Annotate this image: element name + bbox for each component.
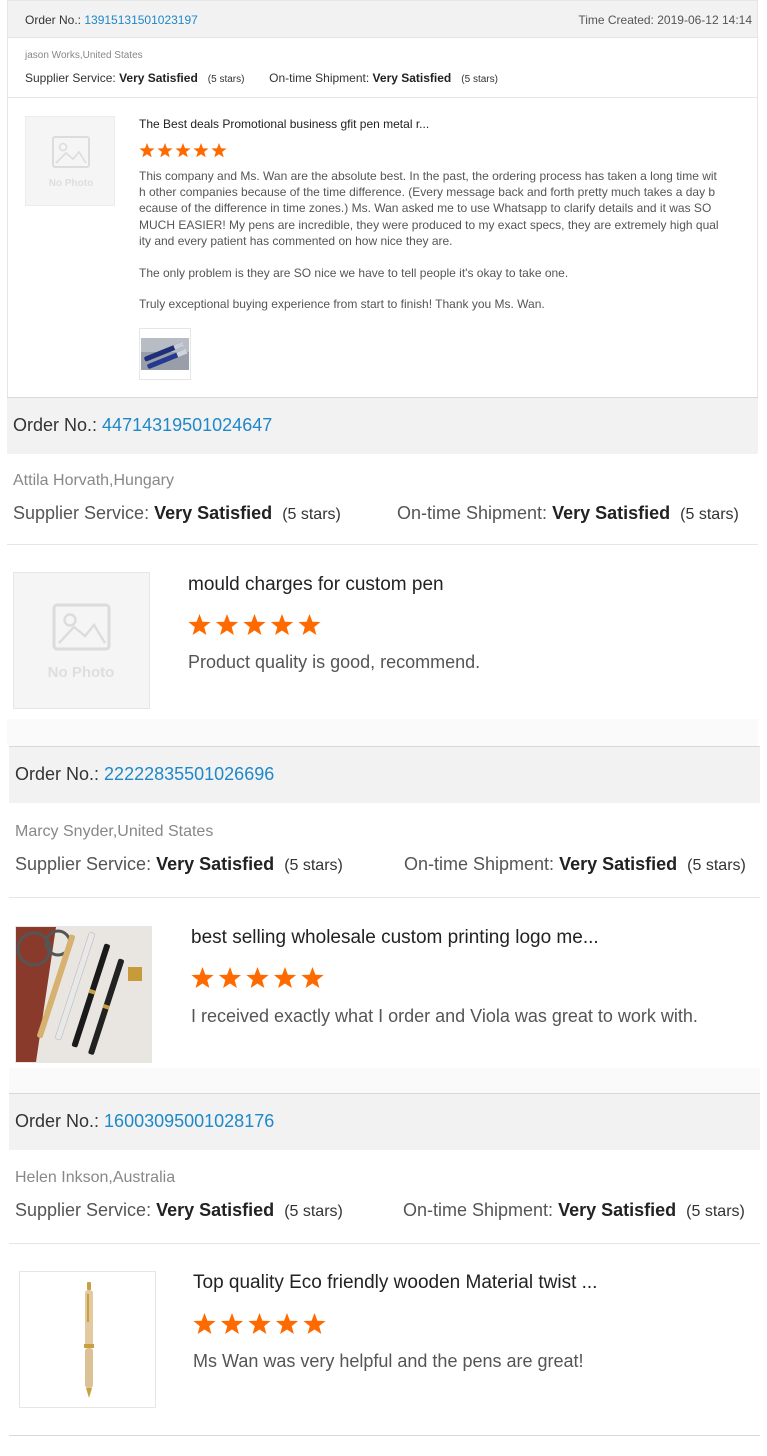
review-text: I received exactly what I order and Viol… (191, 1006, 698, 1026)
pens-photo (140, 329, 190, 379)
no-photo-label: No Photo (49, 178, 93, 189)
product-title-link[interactable]: The Best deals Promotional business gfit… (139, 117, 429, 131)
supplier-service-stars: (5 stars) (284, 1203, 343, 1220)
star-rating (193, 1313, 326, 1334)
star-rating (139, 143, 227, 158)
card-footer (9, 1068, 760, 1095)
rating-summary: Supplier Service: Very Satisfied (5 star… (15, 854, 746, 874)
review-paragraph: This company and Ms. Wan are the absolut… (139, 169, 719, 248)
star-icon (273, 967, 297, 988)
star-icon (188, 614, 211, 635)
supplier-service-value: Very Satisfied (154, 503, 273, 523)
shipment-stars: (5 stars) (686, 1203, 745, 1220)
divider (9, 1435, 760, 1436)
review-paragraph: Truly exceptional buying experience from… (139, 297, 545, 312)
product-title-link[interactable]: best selling wholesale custom printing l… (191, 927, 599, 949)
star-icon (193, 143, 209, 158)
supplier-service-stars: (5 stars) (282, 506, 341, 523)
review-header: Order No.: 22222835501026696 (9, 746, 760, 803)
supplier-service-stars: (5 stars) (284, 857, 343, 874)
review-card: Order No.: 22222835501026696 Marcy Snyde… (9, 746, 760, 1095)
star-icon (220, 1313, 244, 1334)
review-card: Order No.: 13915131501023197 Time Create… (7, 0, 758, 398)
review-text: Ms Wan was very helpful and the pens are… (193, 1351, 584, 1371)
star-icon (246, 967, 269, 988)
divider (9, 1243, 760, 1244)
review-paragraph: The only problem is they are SO nice we … (139, 265, 569, 280)
review-card: Order No.: 44714319501024647 Attila Horv… (7, 397, 758, 746)
star-icon (298, 614, 321, 635)
star-icon (275, 1313, 299, 1334)
shipment-value: Very Satisfied (558, 1200, 677, 1220)
no-photo-label: No Photo (48, 664, 115, 681)
order-number-link[interactable]: 44714319501024647 (102, 415, 272, 435)
star-rating (188, 614, 321, 635)
shipment-stars: (5 stars) (461, 74, 498, 85)
star-icon (193, 1313, 216, 1334)
review-card: Order No.: 16003095001028176 Helen Inkso… (9, 1093, 760, 1456)
order-number: Order No.: 22222835501026696 (15, 764, 275, 784)
order-number: Order No.: 44714319501024647 (13, 415, 273, 435)
supplier-service-value: Very Satisfied (156, 854, 275, 874)
review-header: Order No.: 44714319501024647 (7, 397, 758, 454)
order-number: Order No.: 13915131501023197 (25, 13, 198, 27)
rating-summary: Supplier Service: Very Satisfied (5 star… (25, 71, 498, 85)
divider (9, 897, 760, 898)
review-photo-attachment[interactable] (139, 328, 191, 380)
no-photo-icon: No Photo (49, 136, 93, 189)
rating-summary: Supplier Service: Very Satisfied (5 star… (15, 1200, 745, 1220)
divider (8, 97, 757, 98)
time-created: Time Created: 2019-06-12 14:14 (578, 13, 752, 27)
buyer-name: Helen Inkson,Australia (15, 1169, 176, 1186)
review-text: This company and Ms. Wan are the absolut… (139, 168, 719, 328)
star-icon (243, 614, 266, 635)
review-header: Order No.: 13915131501023197 Time Create… (8, 1, 757, 38)
star-icon (303, 1313, 326, 1334)
buyer-name: jason Works,United States (25, 50, 143, 61)
rating-summary: Supplier Service: Very Satisfied (5 star… (13, 503, 739, 523)
star-icon (175, 143, 191, 158)
star-icon (215, 614, 239, 635)
order-number-link[interactable]: 22222835501026696 (104, 764, 274, 784)
star-icon (301, 967, 324, 988)
shipment-value: Very Satisfied (372, 71, 452, 85)
star-icon (218, 967, 242, 988)
product-title-link[interactable]: Top quality Eco friendly wooden Material… (193, 1272, 597, 1294)
star-icon (191, 967, 214, 988)
product-thumbnail[interactable]: No Photo (13, 572, 150, 709)
star-icon (139, 143, 155, 158)
supplier-service-stars: (5 stars) (207, 74, 245, 85)
star-icon (157, 143, 173, 158)
card-footer (7, 719, 758, 746)
order-number: Order No.: 16003095001028176 (15, 1111, 275, 1131)
order-number-link[interactable]: 16003095001028176 (104, 1111, 274, 1131)
product-thumbnail[interactable] (15, 926, 152, 1063)
no-photo-icon: No Photo (48, 603, 115, 681)
star-icon (270, 614, 294, 635)
review-text: Product quality is good, recommend. (188, 652, 481, 672)
review-header: Order No.: 16003095001028176 (9, 1093, 760, 1150)
star-rating (191, 967, 324, 988)
product-thumbnail[interactable]: No Photo (25, 116, 115, 206)
pens-product-photo (16, 927, 151, 1062)
supplier-service-value: Very Satisfied (119, 71, 198, 85)
buyer-name: Marcy Snyder,United States (15, 823, 214, 840)
divider (7, 544, 758, 545)
shipment-stars: (5 stars) (687, 857, 746, 874)
star-icon (248, 1313, 271, 1334)
star-icon (211, 143, 227, 158)
product-title-link[interactable]: mould charges for custom pen (188, 574, 444, 596)
shipment-value: Very Satisfied (552, 503, 671, 523)
shipment-value: Very Satisfied (559, 854, 678, 874)
supplier-service-value: Very Satisfied (156, 1200, 275, 1220)
order-number-link[interactable]: 13915131501023197 (84, 13, 197, 27)
buyer-name: Attila Horvath,Hungary (13, 472, 174, 489)
shipment-stars: (5 stars) (680, 506, 739, 523)
time-created-value: 2019-06-12 14:14 (657, 13, 752, 27)
wooden-pen-photo (20, 1272, 155, 1407)
product-thumbnail[interactable] (19, 1271, 156, 1408)
